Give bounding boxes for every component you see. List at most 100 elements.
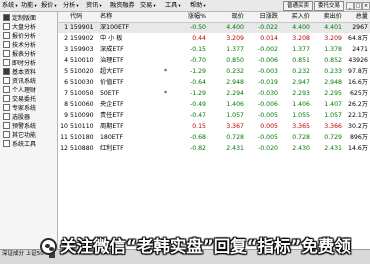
column-header-volume[interactable]: 总量 — [344, 12, 368, 22]
menu-margin[interactable]: 融资融券 — [110, 1, 135, 10]
cell-price: 1.377 — [226, 46, 244, 53]
chevron-down-icon: ▾ — [99, 4, 102, 9]
table-row[interactable]: 6 510030 价值ETF -0.64 2.948 -0.019 2.947 2.948 16… — [58, 78, 370, 88]
sidebar-item-report-analysis[interactable]: 报表分析 — [3, 50, 36, 59]
column-header-daily-change[interactable]: 日涨跌 — [248, 12, 278, 22]
table-row[interactable]: 2 159902 中 小 板 0.44 3.209 0.014 3.208 3.209 64.8… — [58, 34, 370, 44]
column-header-bid[interactable]: 买入价 — [280, 12, 310, 22]
cell-name: 180ETF — [100, 134, 124, 141]
cell-bid: 0.232 — [292, 68, 310, 75]
menu-help[interactable]: 帮助▾ — [190, 1, 206, 11]
cell-ask: 1.378 — [324, 46, 342, 53]
cell-ask: 1.057 — [324, 112, 342, 119]
cell-bid: 2.947 — [292, 79, 310, 86]
quote-table: 代码 名称 涨幅% 现价 日涨跌 买入价 卖出价 总量 1 159901 深100E… — [58, 12, 370, 226]
cell-name: 超大ETF — [100, 68, 124, 75]
cell-name: 治理ETF — [100, 57, 124, 64]
row-number: 7 — [64, 90, 68, 97]
sidebar-item-technical-analysis[interactable]: 技术分析 — [3, 41, 36, 50]
sidebar-item-other-functions[interactable]: 其它功能 — [3, 131, 36, 140]
row-number: 3 — [64, 46, 68, 53]
row-number: 8 — [64, 101, 68, 108]
row-number: 12 — [60, 145, 68, 152]
cell-name: 央企ETF — [100, 101, 124, 108]
cell-daily-change: -0.005 — [258, 134, 278, 141]
table-row[interactable]: 8 510060 央企ETF -0.49 1.406 -0.006 1.406 1.407 26… — [58, 100, 370, 110]
table-header: 代码 名称 涨幅% 现价 日涨跌 买入价 卖出价 总量 — [58, 12, 370, 23]
cell-code: 510180 — [70, 134, 94, 141]
sidebar-item-stock-picker[interactable]: 选股器 — [3, 113, 30, 122]
cell-change-pct: 0.44 — [192, 35, 206, 42]
table-row[interactable]: 12 510880 红利ETF -0.82 2.431 -0.020 2.430 2.431 1… — [58, 144, 370, 154]
sidebar-item-personal-finance[interactable]: 个人理财 — [3, 86, 36, 95]
sidebar-item-trade-order[interactable]: 交易委托 — [3, 95, 36, 104]
menu-quote[interactable]: 报价▾ — [41, 1, 57, 11]
cell-bid: 0.851 — [292, 57, 310, 64]
cell-code: 510030 — [70, 79, 94, 86]
sidebar-item-news-system[interactable]: 资讯系统 — [3, 77, 36, 86]
cell-price: 2.948 — [226, 79, 244, 86]
row-number: 2 — [64, 35, 68, 42]
close-icon[interactable]: × — [362, 2, 370, 10]
cell-change-pct: -1.29 — [189, 68, 206, 75]
menu-trade[interactable]: 交易▾ — [140, 1, 156, 11]
cell-volume: 64.8万 — [348, 35, 368, 42]
table-row[interactable]: 7 510050 50ETF * -1.29 2.294 -0.030 2.293 2.295 6… — [58, 89, 370, 99]
menu-tools[interactable]: 工具▾ — [165, 1, 181, 11]
cell-code: 510060 — [70, 101, 94, 108]
cell-code: 510090 — [70, 112, 94, 119]
table-row[interactable]: 3 159903 深成ETF -0.15 1.377 -0.002 1.377 1.378 24… — [58, 45, 370, 55]
cell-name: 深成ETF — [100, 46, 124, 53]
sidebar-item-realtime-analysis[interactable]: 即时分析 — [3, 59, 36, 68]
cell-ask: 1.407 — [324, 101, 342, 108]
cell-bid: 3.365 — [292, 123, 310, 130]
cell-volume: 43926 — [348, 57, 368, 64]
sidebar-item-quote-analysis[interactable]: 报价分析 — [3, 32, 36, 41]
cell-volume: 22.1万 — [348, 112, 368, 119]
cell-daily-change: -0.030 — [258, 90, 278, 97]
chevron-down-icon: ▾ — [15, 4, 18, 9]
sidebar-item-basic-info[interactable]: 基本资料 — [3, 68, 36, 77]
table-row[interactable]: 11 510180 180ETF -0.68 0.728 -0.005 0.728 0.729… — [58, 133, 370, 143]
cell-volume: 97.8万 — [348, 68, 368, 75]
cell-price: 1.057 — [226, 112, 244, 119]
sidebar-item-alert-system[interactable]: 预警系统 — [3, 122, 36, 131]
column-header-name[interactable]: 名称 — [100, 12, 112, 22]
cell-code: 159903 — [70, 46, 94, 53]
table-row[interactable]: 10 510110 周期ETF 0.15 3.367 0.005 3.365 3.366 30.… — [58, 122, 370, 132]
sidebar-item-system-tools[interactable]: 系统工具 — [3, 140, 36, 149]
sidebar-item-market-analysis[interactable]: 大盘分析 — [3, 23, 36, 32]
table-row[interactable]: 5 510020 超大ETF * -1.29 0.232 -0.003 0.232 0.233 9… — [58, 67, 370, 77]
folder-icon — [3, 86, 10, 93]
menu-function[interactable]: 功能▾ — [21, 1, 37, 11]
menu-news[interactable]: 资讯▾ — [86, 1, 102, 11]
sidebar-item-custom-layout[interactable]: 定制版面 — [3, 14, 36, 23]
maximize-icon[interactable]: □ — [354, 2, 362, 10]
cell-code: 159901 — [70, 24, 94, 31]
column-header-code[interactable]: 代码 — [70, 12, 82, 22]
table-row[interactable]: 1 159901 深100ETF -0.50 4.400 -0.022 4.400 4.401… — [58, 23, 370, 33]
cell-ask: 0.852 — [324, 57, 342, 64]
cell-volume: 30.2万 — [348, 123, 368, 130]
chevron-down-icon: ▾ — [54, 4, 57, 9]
folder-icon — [3, 14, 10, 21]
menu-analysis[interactable]: 分析▾ — [63, 1, 79, 11]
menu-system[interactable]: 系统▾ — [2, 1, 18, 11]
cell-bid: 2.430 — [292, 145, 310, 152]
cell-price: 0.728 — [226, 134, 244, 141]
cell-change-pct: -0.68 — [189, 134, 206, 141]
normal-trade-button[interactable]: 普通买卖 — [283, 1, 313, 11]
table-row[interactable]: 9 510090 责任ETF -0.47 1.057 -0.005 1.055 1.057 22… — [58, 111, 370, 121]
cell-flag: * — [164, 68, 168, 75]
cell-price: 2.294 — [226, 90, 244, 97]
column-header-change-pct[interactable]: 涨幅% — [176, 12, 206, 22]
minimize-icon[interactable]: _ — [346, 2, 354, 10]
row-number: 10 — [60, 123, 68, 130]
table-row[interactable]: 4 510010 治理ETF -0.70 0.850 -0.006 0.851 0.852 43… — [58, 56, 370, 66]
sidebar-item-expert-system[interactable]: 专家系统 — [3, 104, 36, 113]
order-trade-button[interactable]: 委托交易 — [314, 1, 344, 11]
cell-price: 3.367 — [226, 123, 244, 130]
column-header-ask[interactable]: 卖出价 — [312, 12, 342, 22]
cell-ask: 3.366 — [324, 123, 342, 130]
column-header-price[interactable]: 现价 — [216, 12, 244, 22]
